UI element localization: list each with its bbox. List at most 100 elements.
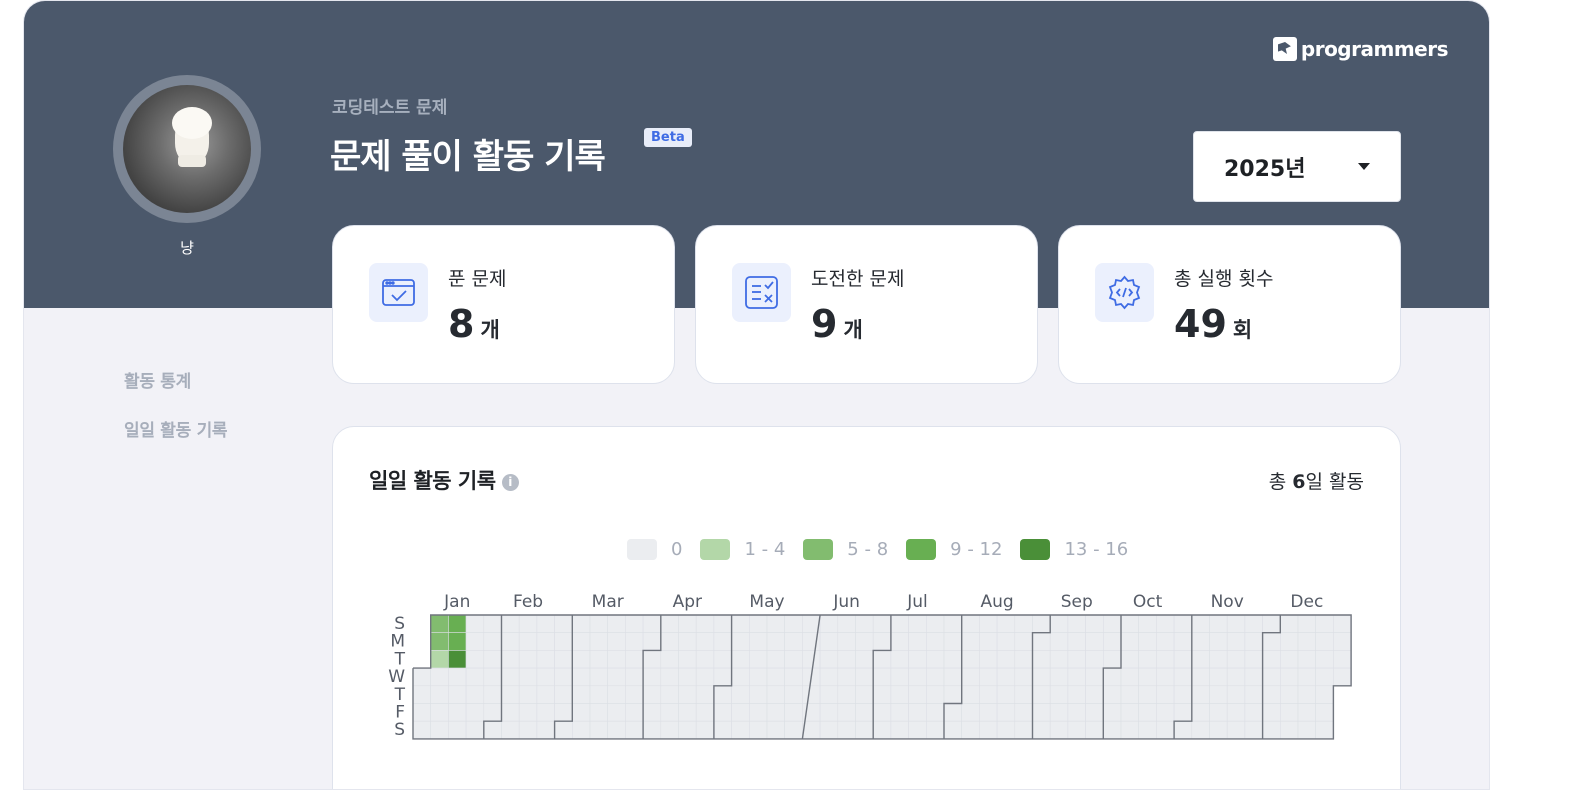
heatmap-cell[interactable] (1156, 685, 1175, 704)
heatmap-cell[interactable] (1032, 703, 1051, 722)
heatmap-cell[interactable] (943, 632, 963, 651)
heatmap-cell[interactable] (465, 720, 485, 740)
heatmap-cell[interactable] (713, 667, 732, 687)
heatmap-cell[interactable] (855, 685, 874, 704)
heatmap-cell[interactable] (1209, 703, 1228, 722)
heatmap-cell[interactable] (819, 703, 839, 722)
heatmap-cell[interactable] (1067, 720, 1086, 740)
heatmap-cell[interactable] (589, 632, 609, 651)
heatmap-cell[interactable] (1226, 614, 1246, 634)
heatmap-cell[interactable] (518, 614, 538, 634)
year-select[interactable]: 2025년 (1193, 131, 1401, 202)
heatmap-cell[interactable] (465, 685, 485, 704)
heatmap-cell[interactable] (766, 650, 786, 669)
heatmap-cell[interactable] (855, 632, 874, 651)
heatmap-cell[interactable] (784, 632, 803, 651)
heatmap-cell[interactable] (1297, 685, 1317, 704)
heatmap-cell[interactable] (412, 720, 432, 740)
heatmap-cell[interactable] (1262, 685, 1281, 704)
heatmap-cell[interactable] (961, 703, 980, 722)
heatmap-cell[interactable] (1297, 667, 1317, 687)
heatmap-cell[interactable] (1085, 720, 1104, 740)
heatmap-cell[interactable] (1138, 720, 1157, 740)
heatmap-cell[interactable] (979, 720, 998, 740)
heatmap-cell[interactable] (642, 650, 662, 669)
heatmap-cell[interactable] (748, 685, 768, 704)
heatmap-cell[interactable] (1262, 650, 1281, 669)
heatmap-cell[interactable] (943, 667, 963, 687)
heatmap-cell[interactable] (1279, 632, 1299, 651)
heatmap-cell[interactable] (766, 667, 786, 687)
heatmap-cell[interactable] (536, 667, 555, 687)
heatmap-cell[interactable] (943, 703, 963, 722)
programmers-logo[interactable]: programmers (1272, 37, 1449, 61)
heatmap-cell[interactable] (1156, 720, 1175, 740)
heatmap-cell[interactable] (695, 703, 715, 722)
heatmap-cell[interactable] (855, 720, 874, 740)
heatmap-cell[interactable] (872, 650, 892, 669)
heatmap-cell[interactable] (1209, 720, 1228, 740)
heatmap-cell[interactable] (1049, 650, 1069, 669)
heatmap-cell[interactable] (501, 614, 520, 634)
heatmap-cell[interactable] (607, 720, 626, 740)
heatmap-cell[interactable] (1156, 703, 1175, 722)
heatmap-cell[interactable] (589, 650, 609, 669)
heatmap-cell[interactable] (731, 632, 750, 651)
heatmap-cell[interactable] (625, 703, 644, 722)
heatmap-cell[interactable] (1032, 632, 1051, 651)
heatmap-cell[interactable] (589, 703, 609, 722)
heatmap-cell[interactable] (1244, 685, 1263, 704)
heatmap-cell[interactable] (855, 703, 874, 722)
heatmap-cell[interactable] (890, 667, 909, 687)
heatmap-cell[interactable] (748, 703, 768, 722)
heatmap-cell[interactable] (890, 614, 909, 634)
heatmap-cell[interactable] (890, 703, 909, 722)
heatmap-cell[interactable] (731, 685, 750, 704)
heatmap-cell[interactable] (1279, 685, 1299, 704)
heatmap-cell[interactable] (1102, 667, 1122, 687)
heatmap-cell[interactable] (1279, 614, 1299, 634)
heatmap-cell[interactable] (1067, 614, 1086, 634)
heatmap-cell[interactable] (501, 685, 520, 704)
heatmap-cell[interactable] (607, 667, 626, 687)
heatmap-cell[interactable] (872, 667, 892, 687)
heatmap-cell[interactable] (536, 703, 555, 722)
heatmap-cell[interactable] (784, 614, 803, 634)
heatmap-cell[interactable] (1138, 632, 1157, 651)
heatmap-cell[interactable] (1032, 650, 1051, 669)
heatmap-cell[interactable] (1315, 685, 1334, 704)
heatmap-cell[interactable] (1209, 685, 1228, 704)
heatmap-cell[interactable] (1032, 720, 1051, 740)
heatmap-cell[interactable] (1085, 650, 1104, 669)
heatmap-cell[interactable] (1156, 650, 1175, 669)
heatmap-cell[interactable] (1333, 614, 1352, 634)
heatmap-cell[interactable] (925, 703, 945, 722)
heatmap-cell[interactable] (925, 632, 945, 651)
heatmap-cell[interactable] (554, 632, 573, 651)
heatmap-cell[interactable] (695, 614, 715, 634)
heatmap-cell[interactable] (908, 685, 927, 704)
heatmap-cell[interactable] (1279, 667, 1299, 687)
heatmap-cell[interactable] (660, 703, 679, 722)
heatmap-cell[interactable] (678, 650, 697, 669)
heatmap-cell[interactable] (483, 632, 502, 651)
heatmap-cell[interactable] (819, 685, 839, 704)
heatmap-cell[interactable] (678, 632, 697, 651)
heatmap-cell[interactable] (1244, 632, 1263, 651)
heatmap-cell[interactable] (1014, 720, 1033, 740)
heatmap-cell[interactable] (996, 703, 1016, 722)
heatmap-cell[interactable] (607, 632, 626, 651)
heatmap-cell[interactable] (1244, 667, 1263, 687)
heatmap-cell[interactable] (642, 667, 662, 687)
heatmap-cell[interactable] (695, 685, 715, 704)
heatmap-cell[interactable] (1209, 667, 1228, 687)
heatmap-cell[interactable] (1333, 632, 1352, 651)
heatmap-cell[interactable] (1120, 650, 1140, 669)
heatmap-cell[interactable] (766, 632, 786, 651)
heatmap-cell[interactable] (872, 614, 892, 634)
heatmap-cell[interactable] (554, 614, 573, 634)
heatmap-cell[interactable] (1120, 667, 1140, 687)
heatmap-cell[interactable] (1120, 685, 1140, 704)
heatmap-cell[interactable] (784, 685, 803, 704)
heatmap-cell[interactable] (1297, 650, 1317, 669)
